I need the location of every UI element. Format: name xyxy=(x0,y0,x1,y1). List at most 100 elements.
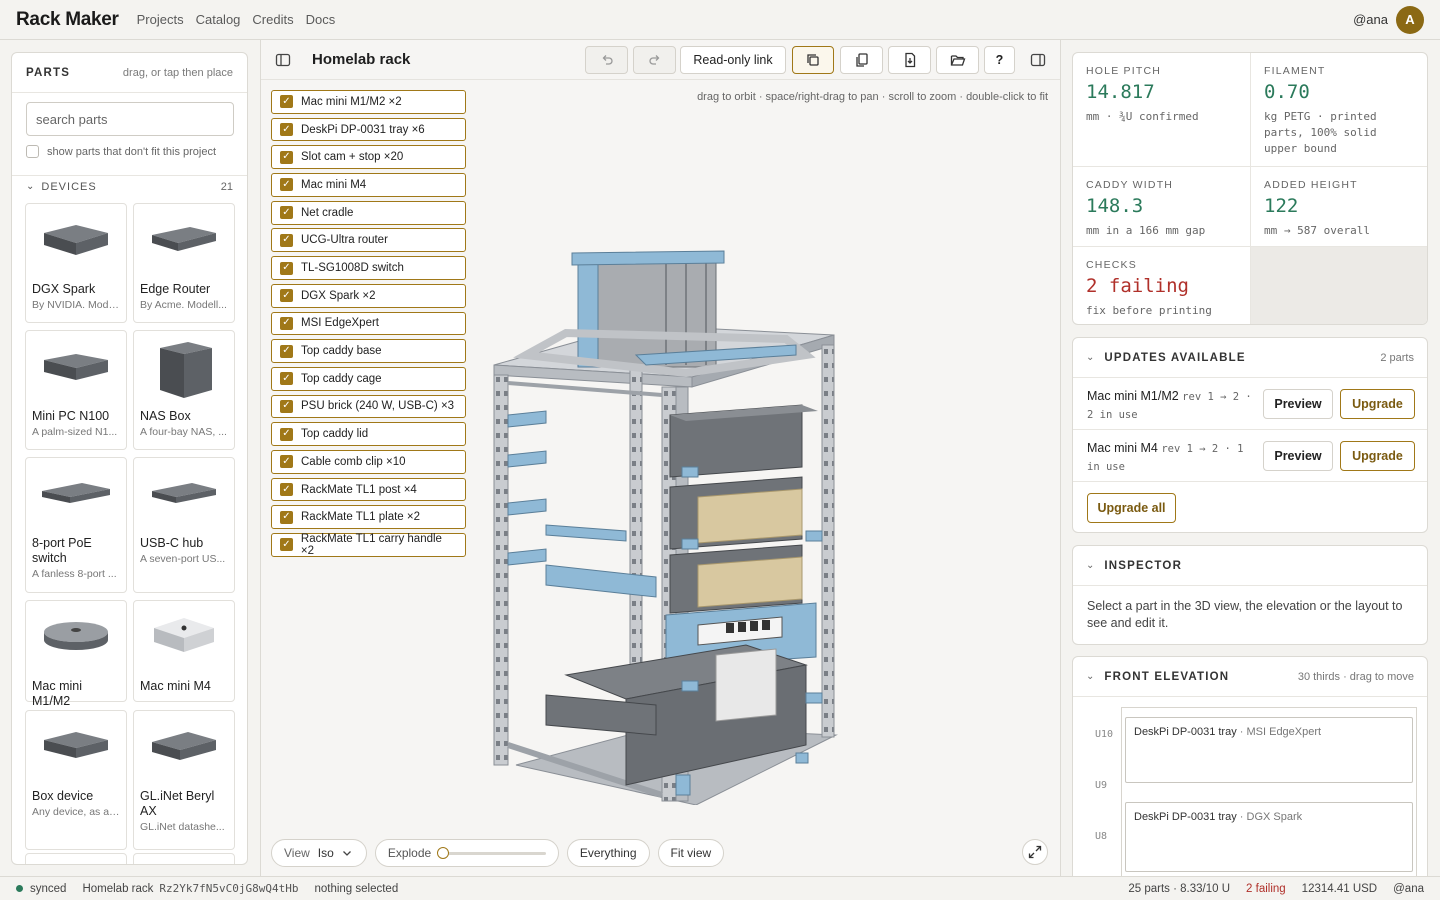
export-button[interactable] xyxy=(888,46,931,74)
device-thumbnail xyxy=(26,204,126,282)
sidebar-right-icon xyxy=(1030,53,1046,67)
avatar[interactable]: A xyxy=(1396,5,1424,34)
checkbox-checked-icon[interactable]: ✓ xyxy=(280,289,293,303)
checkbox-checked-icon[interactable]: ✓ xyxy=(280,427,293,441)
part-visibility-item[interactable]: ✓ UCG-Ultra router xyxy=(271,228,466,253)
status-project-id[interactable]: Rz2Yk7fN5vC0jG8wQ4tHb xyxy=(159,882,298,895)
copy-button[interactable] xyxy=(792,46,834,74)
part-visibility-item[interactable]: ✓ DGX Spark ×2 xyxy=(271,283,466,308)
duplicate-button[interactable] xyxy=(840,46,883,74)
part-visibility-item[interactable]: ✓ Net cradle xyxy=(271,200,466,225)
part-visibility-label: PSU brick (240 W, USB-C) ×3 xyxy=(301,400,455,413)
undo-button[interactable] xyxy=(585,46,628,74)
update-name: Mac mini M4 xyxy=(1087,441,1158,455)
checkbox-checked-icon[interactable]: ✓ xyxy=(280,510,293,524)
device-card[interactable]: Mac mini M1/M2 xyxy=(25,600,127,708)
explode-track[interactable] xyxy=(437,846,546,859)
checkbox-checked-icon[interactable]: ✓ xyxy=(280,233,293,247)
inspector-header[interactable]: ⌄ INSPECTOR xyxy=(1073,546,1427,586)
checkbox-checked-icon[interactable]: ✓ xyxy=(280,316,293,330)
part-visibility-item[interactable]: ✓ Mac mini M4 xyxy=(271,173,466,197)
device-card[interactable]: USB-C hub A seven-port US... xyxy=(133,457,235,593)
part-visibility-item[interactable]: ✓ RackMate TL1 carry handle ×2 xyxy=(271,533,466,557)
user-handle[interactable]: @ana xyxy=(1353,12,1388,27)
view-select[interactable]: View Iso xyxy=(271,839,367,867)
devices-section-header[interactable]: ⌄ DEVICES 21 xyxy=(12,175,247,197)
checkbox-checked-icon[interactable]: ✓ xyxy=(280,150,293,164)
device-card[interactable]: GL.iNet Beryl AX GL.iNet datashe... xyxy=(133,710,235,850)
viewport-toolbar: Homelab rack Read-only link ? xyxy=(261,40,1060,80)
upgrade-all-button[interactable]: Upgrade all xyxy=(1087,493,1176,523)
status-failing[interactable]: 2 failing xyxy=(1246,883,1286,895)
device-card[interactable]: Edge Router By Acme. Modell... xyxy=(133,203,235,323)
part-visibility-item[interactable]: ✓ Top caddy cage xyxy=(271,366,466,391)
part-visibility-item[interactable]: ✓ PSU brick (240 W, USB-C) ×3 xyxy=(271,394,466,419)
checkbox-checked-icon[interactable]: ✓ xyxy=(280,455,293,469)
part-visibility-item[interactable]: ✓ Top caddy base xyxy=(271,339,466,363)
device-desc: Any device, as a ... xyxy=(32,806,121,818)
device-card-partial[interactable] xyxy=(25,853,127,864)
nav-catalog[interactable]: Catalog xyxy=(196,12,241,27)
nav-projects[interactable]: Projects xyxy=(137,12,184,27)
part-visibility-item[interactable]: ✓ RackMate TL1 plate ×2 xyxy=(271,505,466,530)
checkbox-checked-icon[interactable]: ✓ xyxy=(280,399,293,413)
part-visibility-item[interactable]: ✓ MSI EdgeXpert xyxy=(271,311,466,336)
part-visibility-item[interactable]: ✓ RackMate TL1 post ×4 xyxy=(271,477,466,502)
router-icon xyxy=(152,227,216,251)
fit-view-button[interactable]: Fit view xyxy=(657,839,725,867)
elevation-slot[interactable]: DeskPi DP-0031 tray · MSI EdgeXpert xyxy=(1125,717,1413,783)
part-visibility-item[interactable]: ✓ Slot cam + stop ×20 xyxy=(271,145,466,170)
device-card[interactable]: Mac mini M4 xyxy=(133,600,235,702)
brand-logo[interactable]: Rack Maker xyxy=(16,9,119,31)
nav-docs[interactable]: Docs xyxy=(306,12,336,27)
slot-name: DeskPi DP-0031 tray xyxy=(1134,811,1237,823)
device-thumbnail xyxy=(134,204,234,282)
help-button[interactable]: ? xyxy=(984,46,1015,74)
device-card[interactable]: DGX Spark By NVIDIA. Model... xyxy=(25,203,127,323)
checkbox-checked-icon[interactable]: ✓ xyxy=(280,372,293,386)
checkbox-checked-icon[interactable]: ✓ xyxy=(280,538,293,552)
elevation-header[interactable]: ⌄ FRONT ELEVATION 30 thirds · drag to mo… xyxy=(1073,657,1427,697)
preview-button[interactable]: Preview xyxy=(1263,389,1333,419)
show-unfit-checkbox[interactable] xyxy=(26,145,39,158)
explode-knob[interactable] xyxy=(437,846,450,859)
redo-button[interactable] xyxy=(633,46,676,74)
checkbox-checked-icon[interactable]: ✓ xyxy=(280,206,293,220)
checkbox-checked-icon[interactable]: ✓ xyxy=(280,95,293,109)
open-folder-button[interactable] xyxy=(936,46,979,74)
readonly-link-button[interactable]: Read-only link xyxy=(680,46,786,74)
device-card[interactable]: 8-port PoE switch A fanless 8-port ... xyxy=(25,457,127,593)
part-visibility-item[interactable]: ✓ Top caddy lid xyxy=(271,422,466,447)
device-card-partial[interactable] xyxy=(133,853,235,864)
rack-3d-view[interactable] xyxy=(486,205,846,805)
stat-checks[interactable]: CHECKS 2 failing fix before printing xyxy=(1073,247,1251,324)
preview-button[interactable]: Preview xyxy=(1263,441,1333,471)
elevation-slot[interactable]: DeskPi DP-0031 tray · DGX Spark xyxy=(1125,802,1413,872)
checkbox-checked-icon[interactable]: ✓ xyxy=(280,261,293,275)
toggle-left-panel-button[interactable] xyxy=(269,46,297,74)
elevation-view[interactable]: U10 U9 U8 DeskPi DP-0031 tray · MSI Edge… xyxy=(1073,697,1427,880)
toggle-right-panel-button[interactable] xyxy=(1023,46,1053,74)
checkbox-checked-icon[interactable]: ✓ xyxy=(280,483,293,497)
nav-credits[interactable]: Credits xyxy=(252,12,293,27)
stat-sub: mm in a 166 mm gap xyxy=(1086,224,1206,237)
checkbox-checked-icon[interactable]: ✓ xyxy=(280,344,293,358)
search-input[interactable] xyxy=(26,102,234,136)
part-visibility-item[interactable]: ✓ Cable comb clip ×10 xyxy=(271,449,466,474)
part-visibility-item[interactable]: ✓ TL-SG1008D switch xyxy=(271,256,466,280)
device-card[interactable]: Mini PC N100 A palm-sized N1... xyxy=(25,330,127,450)
upgrade-button[interactable]: Upgrade xyxy=(1340,389,1415,419)
upgrade-button[interactable]: Upgrade xyxy=(1340,441,1415,471)
explode-slider[interactable]: Explode xyxy=(374,839,559,867)
project-title[interactable]: Homelab rack xyxy=(312,51,410,68)
part-visibility-item[interactable]: ✓ Mac mini M1/M2 ×2 xyxy=(271,90,466,114)
updates-header[interactable]: ⌄ UPDATES AVAILABLE 2 parts xyxy=(1073,338,1427,378)
show-unfit-toggle[interactable]: show parts that don't fit this project xyxy=(26,145,216,158)
checkbox-checked-icon[interactable]: ✓ xyxy=(280,178,293,192)
everything-button[interactable]: Everything xyxy=(566,839,650,867)
checkbox-checked-icon[interactable]: ✓ xyxy=(280,123,293,137)
part-visibility-item[interactable]: ✓ DeskPi DP-0031 tray ×6 xyxy=(271,117,466,142)
fullscreen-button[interactable] xyxy=(1022,839,1048,865)
device-card[interactable]: NAS Box A four-bay NAS, ... xyxy=(133,330,235,450)
device-card[interactable]: Box device Any device, as a ... xyxy=(25,710,127,850)
